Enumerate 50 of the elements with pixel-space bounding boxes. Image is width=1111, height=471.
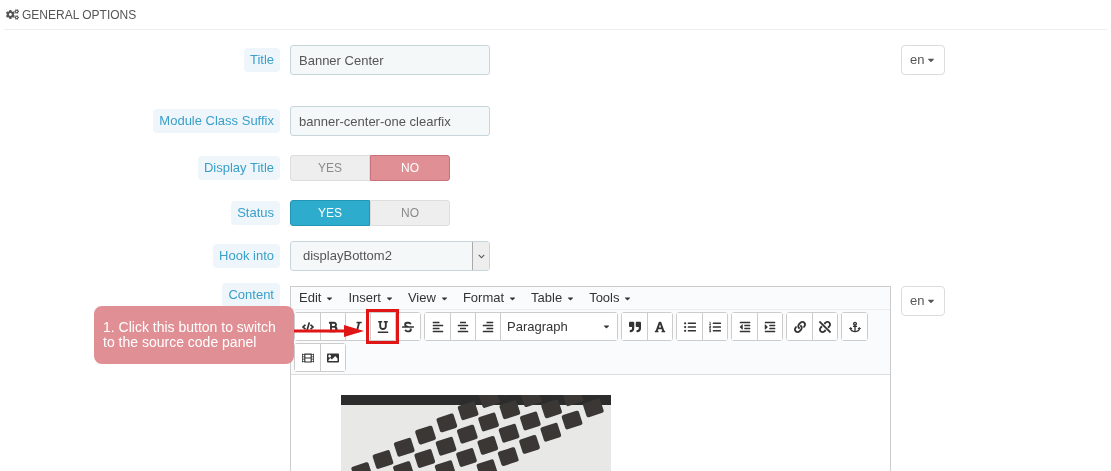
menu-item[interactable]: Table [531, 288, 576, 308]
field-label: Title [243, 48, 280, 72]
gears-icon [6, 8, 19, 21]
callout-note: 1. Click this button to switch to the source code panel [94, 306, 294, 364]
strikethrough-button[interactable] [395, 313, 420, 340]
anchor-button[interactable] [842, 313, 867, 340]
text-field[interactable]: banner-center-one clearfix [290, 106, 490, 136]
text-color-button[interactable] [647, 313, 672, 340]
menu-item[interactable]: Insert [348, 288, 394, 308]
select-field[interactable]: displayBottom2 [290, 241, 490, 271]
numbered-list-icon [709, 320, 721, 333]
field-label: Status [231, 201, 280, 225]
menu-item[interactable]: Edit [299, 288, 335, 308]
caret-icon [602, 322, 611, 331]
image-button[interactable] [320, 344, 345, 371]
text-field[interactable]: Banner Center [290, 45, 490, 75]
link-icon [793, 320, 806, 333]
text-color-icon [654, 320, 666, 333]
menu-item[interactable]: Format [462, 288, 518, 308]
outdent-icon [738, 320, 751, 333]
field-label: Display Title [197, 156, 280, 180]
language-dropdown[interactable]: en [901, 45, 946, 75]
section-title: GENERAL OPTIONS [22, 6, 137, 24]
indent-button[interactable] [757, 313, 782, 340]
chevron-icon [477, 252, 485, 260]
indent-icon [764, 320, 776, 333]
bold-icon [327, 320, 339, 333]
numbered-list-button[interactable] [702, 313, 727, 340]
callout-arrow [292, 325, 364, 337]
unlink-icon [819, 320, 831, 333]
field-label: Content [222, 283, 280, 307]
source-code-icon [301, 320, 314, 333]
align-right-icon [482, 320, 494, 333]
image-icon [327, 351, 339, 364]
align-left-icon [431, 320, 444, 333]
menu-item[interactable]: View [407, 288, 449, 308]
field-label: Hook into [213, 244, 280, 268]
language-dropdown[interactable]: en [901, 286, 946, 316]
anchor-icon [848, 320, 861, 333]
strikethrough-icon [402, 320, 414, 333]
bullet-list-icon [683, 320, 696, 333]
rich-text-editor[interactable]: Edit Insert View Format Table Tools Paragraph [290, 286, 891, 471]
block-format-select[interactable]: Paragraph [500, 313, 617, 340]
field-label: Module Class Suffix [153, 109, 280, 133]
align-center-icon [457, 320, 469, 333]
video-icon [301, 351, 314, 364]
blockquote-icon [628, 320, 641, 333]
underline-icon [377, 320, 389, 333]
menu-item[interactable]: Tools [589, 288, 633, 308]
unlink-button[interactable] [812, 313, 837, 340]
